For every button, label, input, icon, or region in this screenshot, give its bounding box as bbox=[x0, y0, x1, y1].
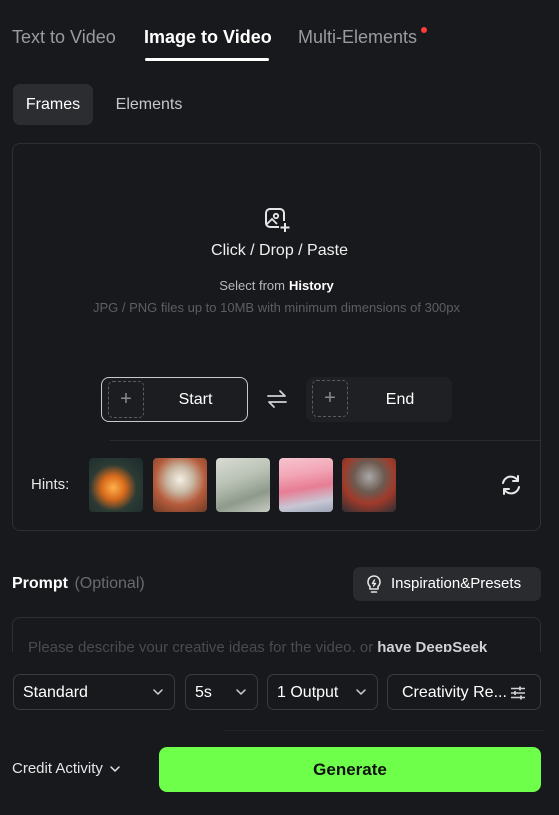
optional-label: (Optional) bbox=[74, 575, 145, 592]
mode-select[interactable]: Standard bbox=[13, 674, 175, 710]
start-frame-button[interactable]: + Start bbox=[101, 377, 248, 422]
active-tab-indicator bbox=[145, 58, 269, 61]
file-requirements: JPG / PNG files up to 10MB with minimum … bbox=[92, 300, 461, 315]
plus-icon: + bbox=[108, 381, 144, 418]
creativity-value: Creativity Re... bbox=[402, 684, 507, 701]
mode-value: Standard bbox=[23, 684, 88, 701]
tab-text-to-video[interactable]: Text to Video bbox=[12, 27, 116, 48]
prompt-title: Prompt (Optional) bbox=[12, 575, 145, 593]
subtab-frames[interactable]: Frames bbox=[13, 84, 93, 125]
sliders-icon bbox=[511, 686, 525, 700]
prompt-label: Prompt bbox=[12, 575, 68, 592]
tab-image-to-video[interactable]: Image to Video bbox=[144, 27, 272, 48]
start-label: Start bbox=[178, 390, 213, 408]
plus-icon: + bbox=[312, 380, 348, 417]
credit-activity-dropdown[interactable]: Credit Activity bbox=[12, 760, 121, 777]
subtab-elements[interactable]: Elements bbox=[104, 84, 194, 125]
chevron-down-icon bbox=[236, 689, 246, 695]
image-upload-icon bbox=[265, 208, 291, 233]
mode-tabs: Text to Video Image to Video Multi-Eleme… bbox=[0, 0, 559, 70]
credit-label: Credit Activity bbox=[12, 760, 103, 777]
duration-select[interactable]: 5s bbox=[185, 674, 258, 710]
tab-multi-elements[interactable]: Multi-Elements bbox=[298, 27, 417, 48]
select-from-text: Select from History bbox=[0, 278, 553, 293]
end-frame-button[interactable]: + End bbox=[306, 377, 452, 422]
hint-thumbnail[interactable] bbox=[342, 458, 396, 512]
select-prefix: Select from bbox=[219, 278, 285, 293]
inspiration-label: Inspiration&Presets bbox=[391, 575, 522, 592]
notification-dot bbox=[421, 27, 427, 33]
upload-title: Click / Drop / Paste bbox=[211, 242, 348, 259]
chevron-down-icon bbox=[110, 765, 120, 772]
inspiration-presets-button[interactable]: Inspiration&Presets bbox=[353, 567, 541, 601]
chevron-down-icon bbox=[356, 689, 366, 695]
output-count-select[interactable]: 1 Output bbox=[267, 674, 378, 710]
hint-thumbnail[interactable] bbox=[279, 458, 333, 512]
prompt-input[interactable]: Please describe your creative ideas for … bbox=[12, 617, 541, 657]
hint-thumbnail[interactable] bbox=[216, 458, 270, 512]
divider bbox=[110, 440, 540, 441]
end-label: End bbox=[385, 390, 415, 408]
lightbulb-icon bbox=[367, 575, 381, 593]
divider bbox=[225, 730, 545, 731]
chevron-down-icon bbox=[153, 689, 163, 695]
duration-value: 5s bbox=[195, 684, 212, 701]
output-value: 1 Output bbox=[277, 684, 339, 701]
refresh-icon[interactable] bbox=[499, 473, 523, 497]
creativity-settings-button[interactable]: Creativity Re... bbox=[387, 674, 541, 710]
swap-icon[interactable] bbox=[266, 389, 288, 409]
hint-thumbnail[interactable] bbox=[153, 458, 207, 512]
hint-thumbnail[interactable] bbox=[89, 458, 143, 512]
hints-label: Hints: bbox=[31, 476, 70, 493]
generate-button[interactable]: Generate bbox=[159, 747, 541, 792]
history-link[interactable]: History bbox=[289, 278, 334, 293]
